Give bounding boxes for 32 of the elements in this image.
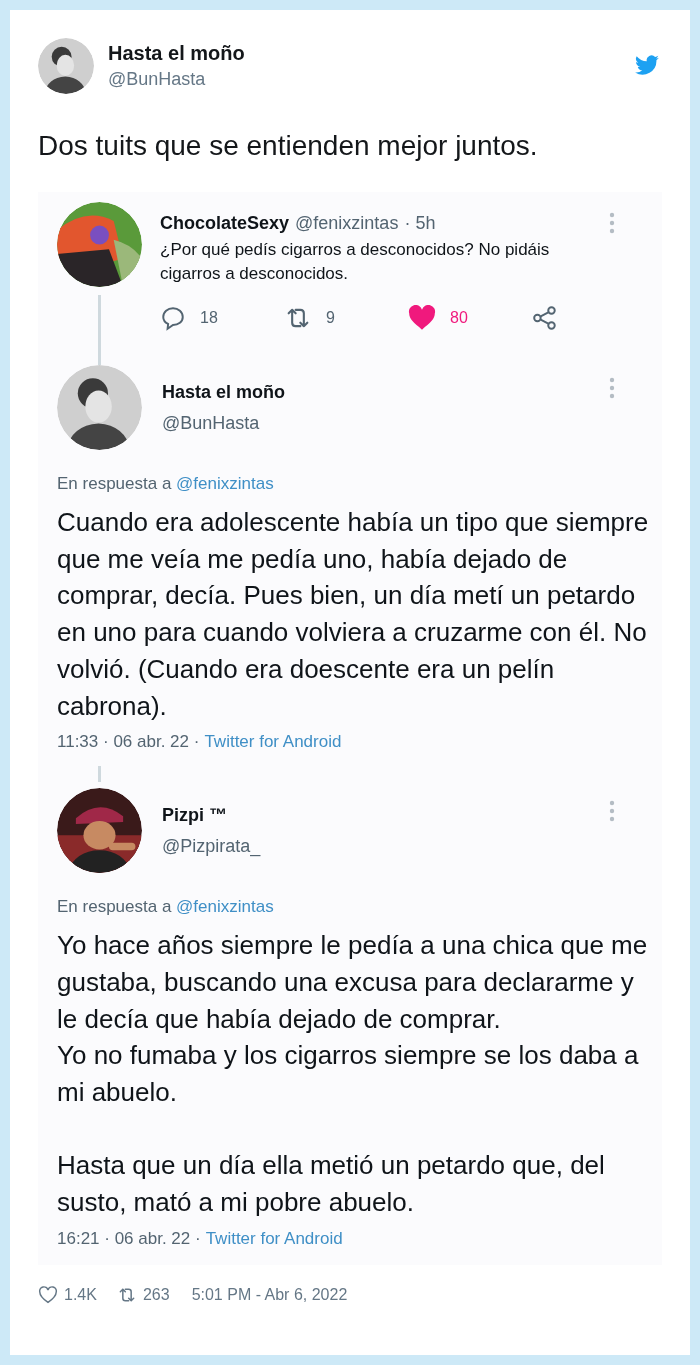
reply-icon[interactable]: [160, 305, 186, 331]
tweet-date: 11:33 · 06 abr. 22 ·: [57, 732, 200, 753]
mention-link[interactable]: @fenixzintas: [176, 897, 274, 917]
author-handle[interactable]: @Pizpirata_: [162, 835, 589, 857]
like-count: 80: [450, 309, 468, 327]
tweet-date: 16:21 · 06 abr. 22 ·: [57, 1228, 201, 1249]
mention-link[interactable]: @fenixzintas: [176, 474, 274, 493]
reply-count: 18: [200, 309, 218, 327]
author-handle[interactable]: @fenixzintas: [295, 212, 399, 234]
author-name[interactable]: ChocolateSexy: [160, 212, 290, 234]
reply-context: En respuesta a: [57, 474, 172, 493]
tweet-text: Cuando era adolescente había un tipo que siempre que me veía me pedía uno, había dejado de comprar, decía. Pues bien, un día metí un petardo en uno para cuando volviera a cruzarme con él. No volvió. (Cuando era doescente era un pelín cabrona).: [57, 506, 649, 723]
retweet-count: 263: [142, 1285, 170, 1304]
author-name[interactable]: Pizpi ™: [162, 804, 589, 826]
tweet-time: · 5h: [404, 212, 436, 234]
heart-icon[interactable]: [408, 305, 436, 331]
tweet-timestamp: 5:01 PM - Abr 6, 2022: [191, 1285, 348, 1304]
retweet-count: 9: [326, 309, 335, 327]
author-handle[interactable]: @BunHasta: [108, 69, 620, 90]
source-link[interactable]: Twitter for Android: [205, 1228, 343, 1249]
tweet-text: Yo hace años siempre le pedía a una chica que me gustaba, buscando una excusa para declararme y le decía que había dejado de comprar. Yo no fumaba y los cigarros siempre se los daba a mi abuelo. Hasta que un día ella metió un petardo que, del susto, mató a mi pobre abuelo.: [57, 929, 649, 1220]
heart-icon[interactable]: [38, 1285, 58, 1304]
source-link[interactable]: Twitter for Android: [204, 732, 342, 753]
reply-context: En respuesta a: [57, 897, 172, 917]
author-handle[interactable]: @BunHasta: [162, 412, 589, 434]
tweet-text: Dos tuits que se entienden mejor juntos.: [38, 130, 539, 162]
bird-logo-icon: [634, 55, 660, 77]
share-icon[interactable]: [532, 305, 558, 331]
author-name[interactable]: Hasta el moño: [108, 42, 620, 65]
like-count: 1.4K: [64, 1285, 97, 1304]
tweet-text: ¿Por qué pedís cigarros a desconocidos? No pidáis cigarros a desconocidos.: [160, 239, 551, 285]
author-name[interactable]: Hasta el moño: [162, 381, 589, 403]
